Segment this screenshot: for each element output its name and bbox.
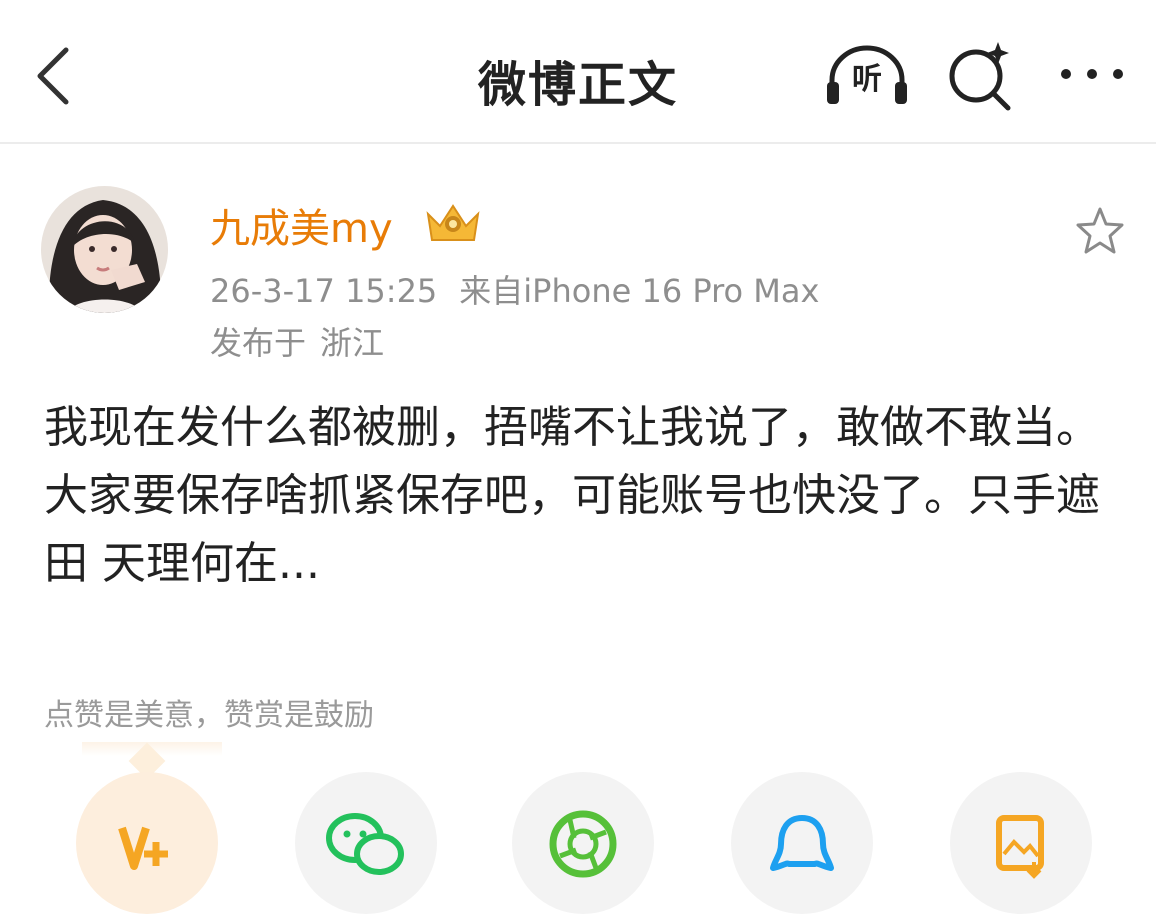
crown-icon bbox=[426, 204, 480, 241]
top-nav-bar: 微博正文 听 bbox=[0, 0, 1156, 144]
location-prefix: 发布于 bbox=[210, 324, 307, 362]
listen-label: 听 bbox=[852, 62, 882, 97]
more-options-button[interactable] bbox=[1056, 52, 1136, 96]
post-location: 发布于 浙江 bbox=[210, 318, 384, 364]
share-image-button[interactable] bbox=[950, 772, 1092, 914]
post-timestamp: 26-3-17 15:25 bbox=[210, 272, 438, 310]
search-icon bbox=[949, 42, 1011, 111]
moments-icon bbox=[549, 810, 617, 878]
listen-button[interactable]: 听 bbox=[822, 40, 912, 110]
location-value: 浙江 bbox=[320, 324, 385, 362]
image-icon bbox=[996, 815, 1044, 879]
favorite-button[interactable] bbox=[1072, 204, 1128, 260]
post-meta: 26-3-17 15:25 来自iPhone 16 Pro Max bbox=[210, 266, 819, 312]
reward-tip: 点赞是美意，赞赏是鼓励 bbox=[44, 698, 374, 733]
wechat-icon bbox=[326, 813, 404, 875]
search-button[interactable] bbox=[942, 36, 1022, 116]
post-source: 来自iPhone 16 Pro Max bbox=[459, 272, 820, 310]
share-wechat-button[interactable] bbox=[295, 772, 437, 914]
vplus-icon bbox=[118, 826, 168, 870]
star-icon bbox=[1076, 207, 1124, 254]
qq-icon bbox=[770, 815, 834, 871]
avatar-image bbox=[41, 186, 168, 313]
more-icon bbox=[1061, 69, 1123, 79]
share-vplus-button[interactable] bbox=[76, 772, 218, 914]
avatar[interactable] bbox=[41, 186, 168, 313]
share-moments-button[interactable] bbox=[512, 772, 654, 914]
share-qq-button[interactable] bbox=[731, 772, 873, 914]
username[interactable]: 九成美my bbox=[210, 196, 393, 254]
post-content: 我现在发什么都被删，捂嘴不让我说了，敢做不敢当。大家要保存啥抓紧保存吧，可能账号… bbox=[44, 402, 1100, 589]
